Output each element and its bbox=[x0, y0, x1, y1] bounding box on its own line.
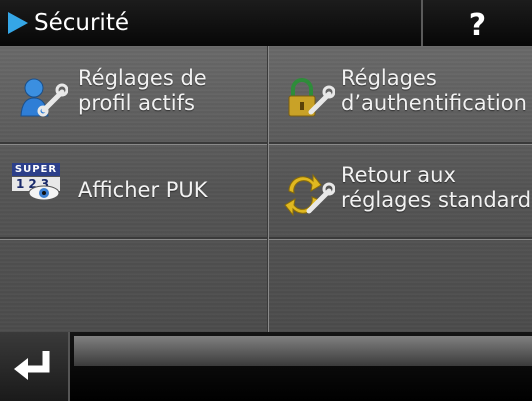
menu-item-authentication-settings[interactable]: Réglages d’authentification bbox=[269, 46, 532, 142]
help-icon: ? bbox=[468, 8, 487, 43]
menu-item-active-profile-settings[interactable]: Réglages de profil actifs bbox=[0, 46, 267, 142]
footer-status-bar bbox=[74, 336, 532, 366]
super-icon-text: SUPER bbox=[12, 163, 60, 176]
back-button[interactable] bbox=[0, 332, 70, 401]
menu-item-label-line1: Réglages de bbox=[78, 66, 207, 90]
arrows-wrench-icon bbox=[284, 173, 335, 217]
menu-item-label-line2: d’authentification bbox=[341, 91, 527, 115]
eye-icon bbox=[28, 185, 60, 201]
footer-bar bbox=[0, 332, 532, 401]
page-title: Sécurité bbox=[34, 10, 129, 36]
title-area: Sécurité bbox=[0, 0, 420, 46]
empty-cell-left bbox=[0, 240, 267, 332]
menu-item-reset-default-settings[interactable]: Retour aux réglages standard bbox=[269, 145, 532, 237]
menu-item-show-puk[interactable]: SUPER 123 Afficher PUK bbox=[0, 145, 267, 237]
header-bar: Sécurité ? bbox=[0, 0, 532, 46]
play-arrow-icon bbox=[8, 12, 28, 34]
column-divider bbox=[267, 46, 269, 332]
menu-item-label-line1: Afficher PUK bbox=[78, 178, 208, 202]
screen: Sécurité ? Réglages de profil actifs Rég… bbox=[0, 0, 532, 401]
empty-cell-right bbox=[269, 240, 532, 332]
return-arrow-icon bbox=[14, 350, 50, 380]
menu-item-label-line1: Réglages bbox=[341, 66, 437, 90]
menu-item-label-line2: profil actifs bbox=[78, 91, 195, 115]
row-divider bbox=[0, 142, 532, 145]
help-button[interactable]: ? bbox=[421, 0, 532, 46]
row-divider bbox=[0, 237, 532, 240]
menu-grid: Réglages de profil actifs Réglages d’aut… bbox=[0, 46, 532, 332]
padlock-wrench-icon bbox=[288, 78, 335, 117]
menu-item-label-line2: réglages standard bbox=[341, 188, 532, 212]
user-wrench-icon bbox=[20, 78, 68, 117]
super-123-eye-icon: SUPER 123 bbox=[12, 163, 66, 203]
menu-item-label-line1: Retour aux bbox=[341, 163, 456, 187]
